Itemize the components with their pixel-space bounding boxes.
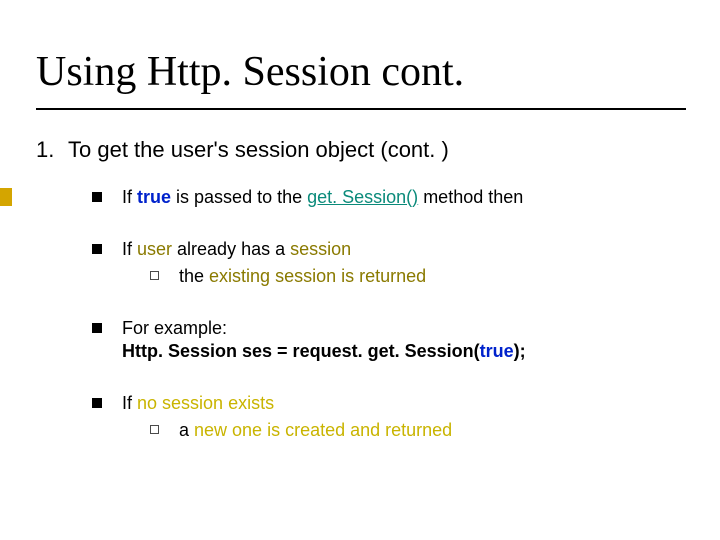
hollow-square-bullet-icon [150, 271, 159, 280]
bullet-text: For example: Http. Session ses = request… [122, 317, 526, 362]
bullet-text: If no session exists a new one is create… [122, 392, 452, 441]
slide-title: Using Http. Session cont. [36, 48, 464, 96]
numbered-item: 1. To get the user's session object (con… [36, 136, 686, 164]
keyword-no-session: no session exists [137, 393, 274, 413]
square-bullet-icon [92, 323, 102, 333]
square-bullet-icon [92, 398, 102, 408]
slide: Using Http. Session cont. 1. To get the … [0, 0, 720, 540]
sub-bullet-item: a new one is created and returned [150, 419, 452, 442]
keyword-true: true [137, 187, 171, 207]
keyword-session: session [290, 239, 351, 259]
item-number: 1. [36, 136, 68, 164]
square-bullet-icon [92, 192, 102, 202]
method-name: get. Session() [307, 187, 418, 207]
bullet-item: For example: Http. Session ses = request… [92, 317, 686, 362]
hollow-square-bullet-icon [150, 425, 159, 434]
bullet-item: If true is passed to the get. Session() … [92, 186, 686, 209]
bullet-list: If true is passed to the get. Session() … [92, 186, 686, 442]
code-example: Http. Session ses = request. get. Sessio… [122, 340, 526, 363]
square-bullet-icon [92, 244, 102, 254]
sub-bullet-item: the existing session is returned [150, 265, 426, 288]
keyword-true: true [480, 341, 514, 361]
accent-bar [0, 188, 12, 206]
sub-list: the existing session is returned [122, 265, 426, 288]
bullet-text: If true is passed to the get. Session() … [122, 186, 523, 209]
item-text: To get the user's session object (cont. … [68, 136, 449, 164]
keyword-user: user [137, 239, 172, 259]
title-rule [36, 108, 686, 110]
sub-bullet-text: the existing session is returned [179, 265, 426, 288]
sub-list: a new one is created and returned [122, 419, 452, 442]
sub-bullet-text: a new one is created and returned [179, 419, 452, 442]
bullet-item: If no session exists a new one is create… [92, 392, 686, 441]
slide-body: 1. To get the user's session object (con… [36, 136, 686, 471]
bullet-text: If user already has a session the existi… [122, 238, 426, 287]
bullet-item: If user already has a session the existi… [92, 238, 686, 287]
